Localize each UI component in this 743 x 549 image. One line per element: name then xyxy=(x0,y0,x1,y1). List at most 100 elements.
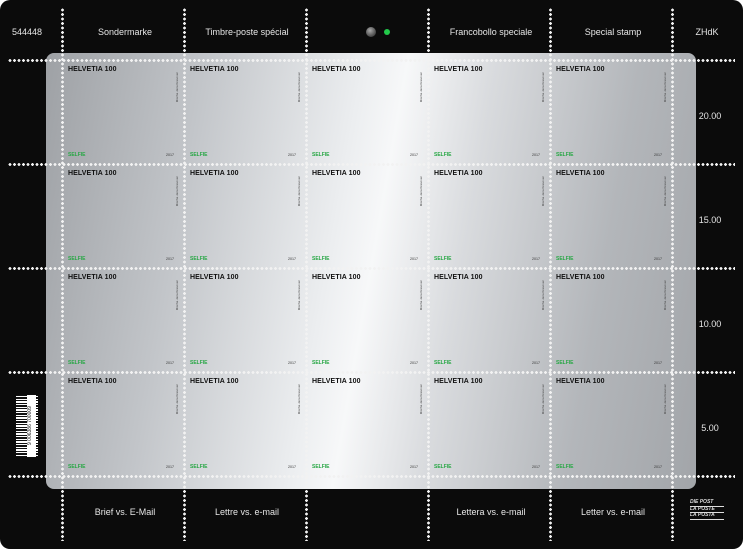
stamp-denomination: HELVETIA 100 xyxy=(190,378,239,385)
stamp-cell: HELVETIA 100 Mischa Jana Krasovec SELFIE 20… xyxy=(550,60,672,164)
post-logo-icon: DIE POST LA POSTE LA POSTA xyxy=(690,499,724,520)
stamp-credit: Mischa Jana Krasovec xyxy=(297,176,301,207)
side-value-5: 5.00 xyxy=(701,423,719,433)
stamp-name: SELFIE xyxy=(190,256,208,262)
stamp-name: SELFIE xyxy=(556,464,574,470)
top-label-it: Francobollo speciale xyxy=(449,27,533,37)
stamp-cell: HELVETIA 100 Mischa Jana Krasovec SELFIE 20… xyxy=(550,164,672,268)
stamp-year: 2017 xyxy=(288,153,296,157)
stamp-year: 2017 xyxy=(532,153,540,157)
stamp-cell: HELVETIA 100 Mischa Jana Krasovec SELFIE 20… xyxy=(306,164,428,268)
stamp-credit: Mischa Jana Krasovec xyxy=(175,72,179,103)
sheet-number: 544448 xyxy=(11,27,43,37)
stamp-cell: HELVETIA 100 Mischa Jana Krasovec SELFIE 20… xyxy=(550,268,672,372)
stamp-credit: Mischa Jana Krasovec xyxy=(297,72,301,103)
side-value-15: 15.00 xyxy=(698,215,722,225)
stamp-denomination: HELVETIA 100 xyxy=(312,378,361,385)
bottom-label-en: Letter vs. e-mail xyxy=(580,507,646,517)
stamp-credit: Mischa Jana Krasovec xyxy=(297,280,301,311)
stamp-name: SELFIE xyxy=(312,360,330,366)
side-value-20: 20.00 xyxy=(698,111,722,121)
stamp-denomination: HELVETIA 100 xyxy=(68,274,117,281)
stamp-denomination: HELVETIA 100 xyxy=(190,66,239,73)
barcode-digits: 9 006386 700009 xyxy=(27,395,36,457)
perforation-row xyxy=(8,371,735,374)
stamp-cell: HELVETIA 100 Mischa Jana Krasovec SELFIE 20… xyxy=(184,60,306,164)
stamp-denomination: HELVETIA 100 xyxy=(190,274,239,281)
stamp-denomination: HELVETIA 100 xyxy=(434,66,483,73)
stamp-year: 2017 xyxy=(288,257,296,261)
stamp-credit: Mischa Jana Krasovec xyxy=(663,280,667,311)
stamp-cell: HELVETIA 100 Mischa Jana Krasovec SELFIE 20… xyxy=(62,268,184,372)
status-led-icon xyxy=(384,29,390,35)
stamp-name: SELFIE xyxy=(434,464,452,470)
stamp-cell: HELVETIA 100 Mischa Jana Krasovec SELFIE 20… xyxy=(306,372,428,476)
perforation-column xyxy=(549,8,552,541)
stamp-name: SELFIE xyxy=(556,360,574,366)
stamp-denomination: HELVETIA 100 xyxy=(312,66,361,73)
stamp-year: 2017 xyxy=(410,465,418,469)
stamp-year: 2017 xyxy=(654,465,662,469)
stamp-year: 2017 xyxy=(654,257,662,261)
stamp-year: 2017 xyxy=(532,257,540,261)
stamp-year: 2017 xyxy=(166,465,174,469)
stamp-cell: HELVETIA 100 Mischa Jana Krasovec SELFIE 20… xyxy=(306,268,428,372)
stamp-denomination: HELVETIA 100 xyxy=(556,170,605,177)
stamp-name: SELFIE xyxy=(312,464,330,470)
stamp-name: SELFIE xyxy=(190,360,208,366)
stamp-credit: Mischa Jana Krasovec xyxy=(419,176,423,207)
stamp-denomination: HELVETIA 100 xyxy=(434,378,483,385)
stamp-name: SELFIE xyxy=(556,256,574,262)
stamp-denomination: HELVETIA 100 xyxy=(312,170,361,177)
stamp-denomination: HELVETIA 100 xyxy=(556,66,605,73)
stamp-name: SELFIE xyxy=(68,360,86,366)
stamp-credit: Mischa Jana Krasovec xyxy=(297,384,301,415)
stamp-cell: HELVETIA 100 Mischa Jana Krasovec SELFIE 20… xyxy=(184,268,306,372)
perforation-row xyxy=(8,475,735,478)
stamp-credit: Mischa Jana Krasovec xyxy=(541,384,545,415)
perforation-row xyxy=(8,267,735,270)
side-value-10: 10.00 xyxy=(698,319,722,329)
stamp-name: SELFIE xyxy=(434,360,452,366)
stamp-cell: HELVETIA 100 Mischa Jana Krasovec SELFIE 20… xyxy=(428,60,550,164)
stamp-denomination: HELVETIA 100 xyxy=(434,170,483,177)
stamp-denomination: HELVETIA 100 xyxy=(68,170,117,177)
stamp-denomination: HELVETIA 100 xyxy=(312,274,361,281)
stamp-name: SELFIE xyxy=(68,464,86,470)
stamp-credit: Mischa Jana Krasovec xyxy=(175,176,179,207)
top-label-de: Sondermarke xyxy=(97,27,153,37)
camera-lens-icon xyxy=(366,27,376,37)
stamp-name: SELFIE xyxy=(190,152,208,158)
stamp-credit: Mischa Jana Krasovec xyxy=(541,280,545,311)
stamp-name: SELFIE xyxy=(68,256,86,262)
stamp-credit: Mischa Jana Krasovec xyxy=(419,72,423,103)
top-right-label: ZHdK xyxy=(695,27,719,37)
stamp-year: 2017 xyxy=(410,153,418,157)
stamp-name: SELFIE xyxy=(556,152,574,158)
stamp-year: 2017 xyxy=(410,257,418,261)
stamp-cell: HELVETIA 100 Mischa Jana Krasovec SELFIE 20… xyxy=(184,164,306,268)
stamp-credit: Mischa Jana Krasovec xyxy=(175,280,179,311)
stamp-denomination: HELVETIA 100 xyxy=(556,378,605,385)
stamp-credit: Mischa Jana Krasovec xyxy=(419,384,423,415)
stamp-denomination: HELVETIA 100 xyxy=(68,378,117,385)
stamp-denomination: HELVETIA 100 xyxy=(556,274,605,281)
stamp-denomination: HELVETIA 100 xyxy=(68,66,117,73)
stamp-year: 2017 xyxy=(166,257,174,261)
perforation-column xyxy=(305,8,308,541)
stamp-cell: HELVETIA 100 Mischa Jana Krasovec SELFIE 20… xyxy=(62,164,184,268)
stamp-credit: Mischa Jana Krasovec xyxy=(663,384,667,415)
bottom-label-fr: Lettre vs. e-mail xyxy=(214,507,280,517)
stamp-name: SELFIE xyxy=(68,152,86,158)
stamp-year: 2017 xyxy=(654,361,662,365)
perforation-row xyxy=(8,59,735,62)
stamp-cell: HELVETIA 100 Mischa Jana Krasovec SELFIE 20… xyxy=(62,372,184,476)
stamp-denomination: HELVETIA 100 xyxy=(434,274,483,281)
stamp-year: 2017 xyxy=(288,361,296,365)
stamp-year: 2017 xyxy=(654,153,662,157)
stamp-credit: Mischa Jana Krasovec xyxy=(663,176,667,207)
top-label-fr: Timbre-poste spécial xyxy=(205,27,289,37)
stamp-denomination: HELVETIA 100 xyxy=(190,170,239,177)
stamp-year: 2017 xyxy=(532,465,540,469)
stamp-cell: HELVETIA 100 Mischa Jana Krasovec SELFIE 20… xyxy=(428,372,550,476)
